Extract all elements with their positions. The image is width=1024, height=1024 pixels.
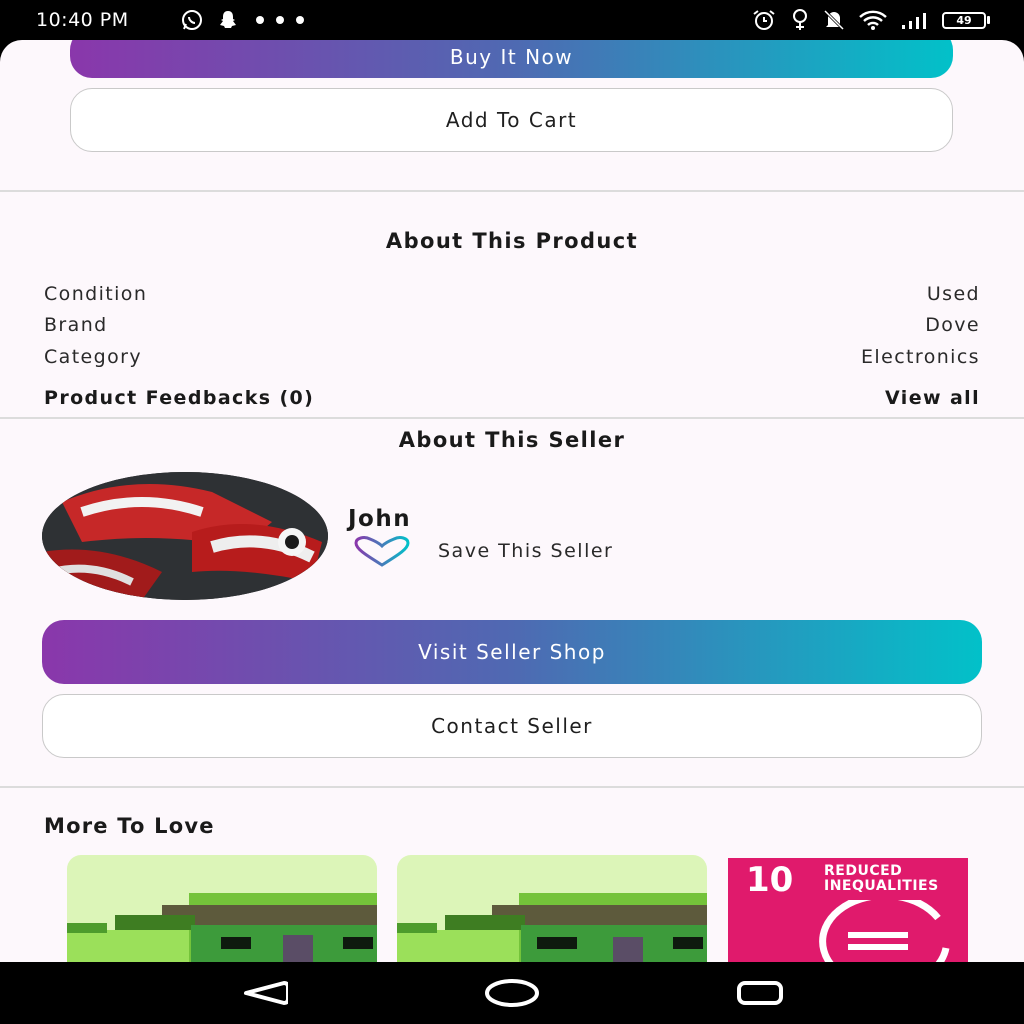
snapchat-icon — [220, 11, 236, 28]
mute-icon — [823, 9, 845, 31]
notification-icons — [180, 8, 308, 32]
spec-value-brand: Dove — [925, 314, 980, 336]
signal-icon — [902, 13, 926, 29]
pixel-house-image — [397, 855, 707, 962]
contact-seller-button[interactable]: Contact Seller — [42, 694, 982, 758]
product-feedbacks-label: Product Feedbacks (0) — [44, 387, 315, 409]
seller-avatar[interactable] — [42, 472, 328, 600]
add-to-cart-button[interactable]: Add To Cart — [70, 88, 953, 152]
product-detail-sheet[interactable]: Buy It Now Add To Cart About This Produc… — [0, 40, 1024, 962]
divider — [0, 417, 1024, 419]
product-card[interactable] — [397, 855, 707, 962]
buy-now-button[interactable]: Buy It Now — [70, 40, 953, 78]
home-button[interactable] — [482, 976, 542, 1010]
equality-icon — [819, 900, 950, 962]
sdg-text: REDUCED INEQUALITIES — [824, 863, 939, 894]
view-all-feedbacks-link[interactable]: View all — [885, 387, 980, 409]
save-seller-button[interactable]: Save This Seller — [438, 540, 613, 562]
buy-now-label: Buy It Now — [449, 45, 574, 69]
product-card[interactable] — [67, 855, 377, 962]
recents-button[interactable] — [730, 976, 790, 1010]
spec-value-category: Electronics — [861, 346, 980, 368]
spec-value-condition: Used — [926, 283, 980, 305]
divider — [0, 190, 1024, 192]
status-bar: 10:40 PM 49 — [0, 0, 1024, 40]
home-icon — [485, 979, 539, 1007]
visit-seller-shop-button[interactable]: Visit Seller Shop — [42, 620, 982, 684]
system-icons: 49 — [750, 8, 990, 32]
spec-label-brand: Brand — [44, 314, 108, 336]
spec-label-category: Category — [44, 346, 142, 368]
wifi-icon — [859, 10, 887, 30]
contact-seller-label: Contact Seller — [431, 714, 593, 738]
status-time: 10:40 PM — [36, 9, 129, 31]
more-to-love-title: More To Love — [44, 814, 215, 838]
about-seller-title: About This Seller — [398, 428, 626, 452]
heart-icon[interactable] — [352, 536, 412, 568]
add-to-cart-label: Add To Cart — [445, 108, 578, 132]
recents-icon — [737, 981, 783, 1005]
sdg-product-card[interactable]: 10 REDUCED INEQUALITIES — [728, 858, 968, 962]
battery-level: 49 — [942, 11, 986, 29]
sdg-number: 10 — [746, 860, 794, 900]
visit-seller-shop-label: Visit Seller Shop — [418, 640, 606, 664]
back-icon — [244, 981, 288, 1005]
seller-name: John — [348, 506, 412, 532]
about-product-title: About This Product — [385, 229, 639, 253]
back-button[interactable] — [234, 976, 294, 1010]
alarm-icon — [753, 10, 775, 30]
system-nav-bar — [0, 962, 1024, 1024]
battery-indicator: 49 — [942, 11, 990, 29]
spec-label-condition: Condition — [44, 283, 148, 305]
whatsapp-icon — [182, 10, 202, 30]
location-icon — [793, 9, 807, 30]
divider — [0, 786, 1024, 788]
pixel-house-image — [67, 855, 377, 962]
more-dots-icon — [256, 16, 304, 24]
sneaker-photo — [42, 472, 328, 600]
